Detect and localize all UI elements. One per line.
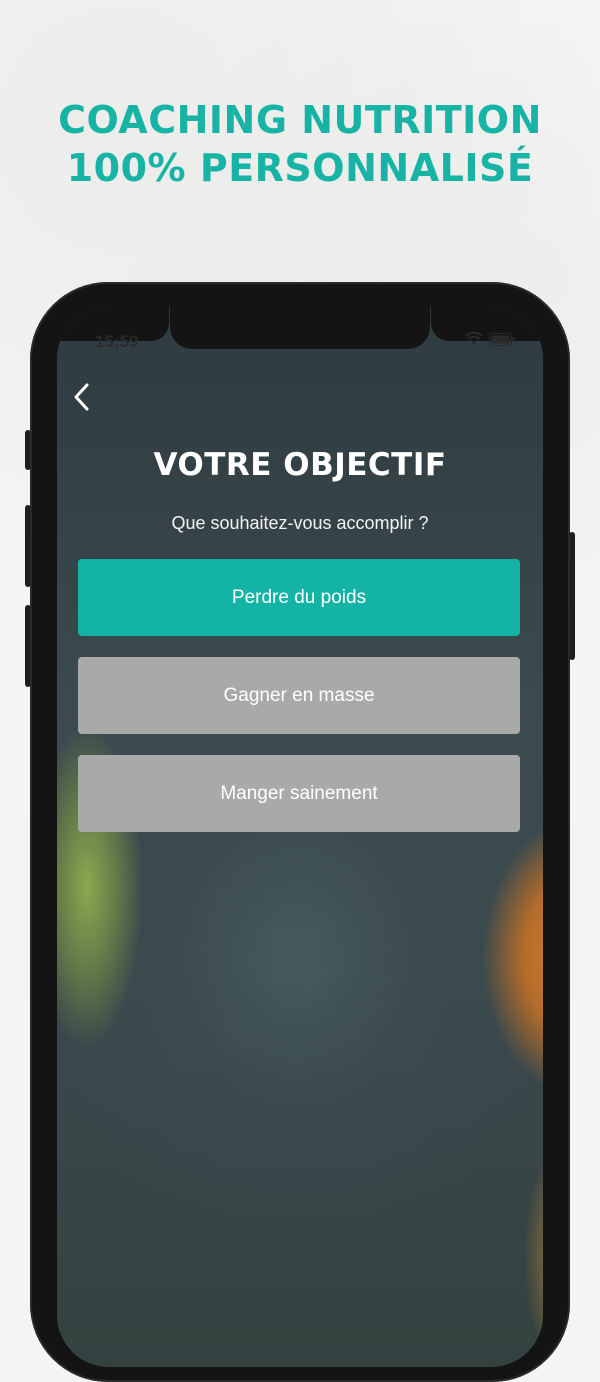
marketing-headline: COACHING NUTRITION 100% PERSONNALISÉ <box>0 96 600 192</box>
chevron-left-icon <box>74 383 89 411</box>
option-gagner-en-masse[interactable]: Gagner en masse <box>78 657 520 734</box>
headline-line-1: COACHING NUTRITION <box>58 98 542 142</box>
status-icons <box>465 332 515 346</box>
status-time: 15:59 <box>95 332 139 351</box>
option-label: Manger sainement <box>220 782 378 804</box>
headline-line-2: 100% PERSONNALISÉ <box>66 146 534 190</box>
screen-title: VOTRE OBJECTIF <box>153 447 447 483</box>
option-label: Perdre du poids <box>231 586 367 608</box>
back-button[interactable] <box>64 379 100 415</box>
app-screen: 15:59 VOTRE OBJECTIF Que souhaitez-vous … <box>57 307 543 1367</box>
screen-subtitle: Que souhaitez-vous accomplir ? <box>171 513 429 533</box>
option-label: Gagner en masse <box>223 684 375 706</box>
wifi-icon <box>465 332 483 345</box>
status-bar: 15:59 <box>57 307 543 367</box>
battery-icon <box>489 332 515 346</box>
option-manger-sainement[interactable]: Manger sainement <box>78 755 520 832</box>
option-perdre-du-poids[interactable]: Perdre du poids <box>78 559 520 636</box>
